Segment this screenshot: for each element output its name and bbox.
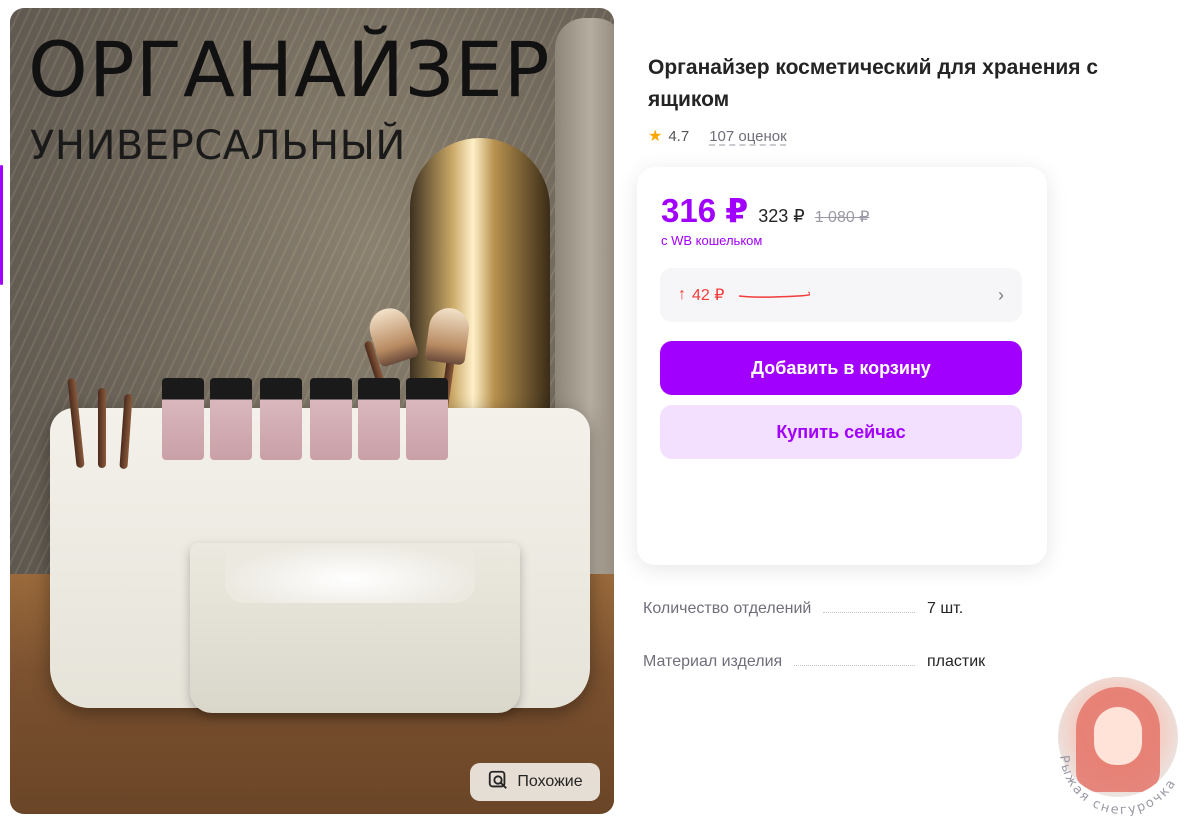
add-to-cart-button[interactable]: Добавить в корзину [660, 341, 1022, 395]
price-card: 316 ₽ 323 ₽ 1 080 ₽ с WB кошельком ↑ 42 … [637, 167, 1047, 565]
spec-row: Количество отделений 7 шт. [643, 593, 1003, 618]
gallery-active-indicator [0, 165, 3, 285]
similar-button[interactable]: Похожие [470, 763, 600, 801]
product-photo[interactable]: ОРГАНАЙЗЕР УНИВЕРСАЛЬНЫЙ Похожие [10, 8, 614, 814]
product-specs: Количество отделений 7 шт. Материал изде… [643, 593, 1003, 671]
chevron-right-icon: › [998, 284, 1004, 305]
watermark-text-arc: Рыжая снегурочка [1056, 754, 1180, 818]
photo-lip-gloss [260, 378, 302, 460]
photo-lip-gloss [310, 378, 352, 460]
price-row: 316 ₽ 323 ₽ 1 080 ₽ [661, 191, 869, 230]
rating-value: 4.7 [668, 127, 690, 145]
product-title: Органайзер косметический для хранения с … [648, 56, 1099, 111]
photo-lip-gloss [162, 378, 204, 460]
arrow-up-icon: ↑ [678, 286, 686, 303]
similar-search-icon [487, 769, 509, 796]
photo-lip-gloss [406, 378, 448, 460]
spec-dots [794, 665, 915, 666]
photo-lip-gloss [210, 378, 252, 460]
price-change: ↑ 42 ₽ [678, 285, 724, 305]
similar-button-label: Похожие [517, 773, 583, 790]
spec-row: Материал изделия пластик [643, 618, 1003, 671]
spec-label: Количество отделений [643, 600, 812, 617]
star-icon: ★ [648, 128, 663, 145]
photo-subtitle-text: УНИВЕРСАЛЬНЫЙ [30, 123, 406, 169]
price-change-value: 42 ₽ [692, 287, 725, 304]
watermark: Рыжая снегурочка [1048, 672, 1196, 820]
product-page: ОРГАНАЙЗЕР УНИВЕРСАЛЬНЫЙ Похожие Органай… [0, 0, 1200, 824]
price-original: 1 080 ₽ [814, 209, 870, 226]
price-trend-line [739, 291, 811, 298]
price-change-row[interactable]: ↑ 42 ₽ › [660, 268, 1022, 322]
photo-lip-gloss [358, 378, 400, 460]
watermark-text: Рыжая снегурочка [1056, 754, 1178, 818]
buy-now-button[interactable]: Купить сейчас [660, 405, 1022, 459]
spec-value: 7 шт. [927, 600, 964, 617]
spec-dots [823, 612, 915, 613]
svg-text:Рыжая снегурочка: Рыжая снегурочка [1056, 754, 1180, 818]
price-without-wallet: 323 ₽ [758, 206, 805, 226]
spec-label: Материал изделия [643, 653, 783, 670]
photo-title-text: ОРГАНАЙЗЕР [28, 25, 551, 114]
photo-cotton-pads [225, 543, 475, 603]
spec-value: пластик [927, 653, 986, 670]
reviews-link[interactable]: 107 оценок [709, 128, 787, 145]
photo-pencil [98, 388, 106, 468]
price-current: 316 ₽ [661, 192, 749, 229]
product-rating: ★ 4.7 107 оценок [648, 126, 787, 146]
wallet-note: с WB кошельком [661, 233, 763, 248]
